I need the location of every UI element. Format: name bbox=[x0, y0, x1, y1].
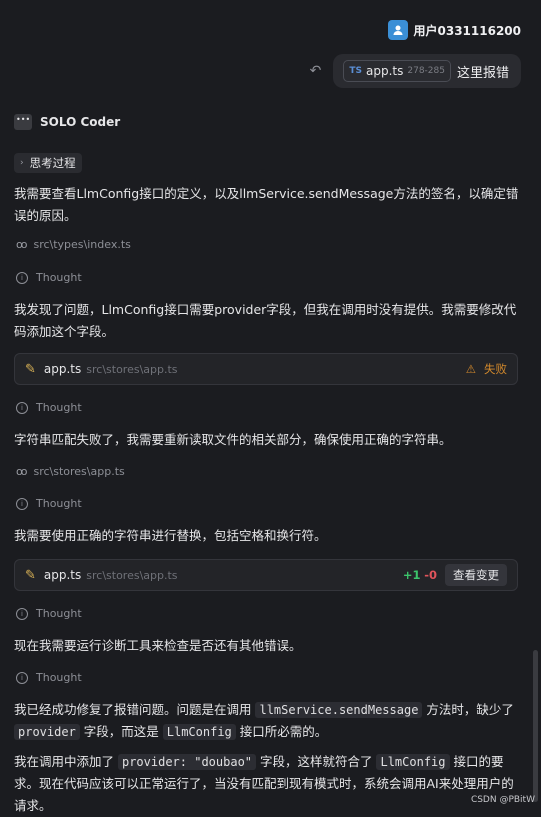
file-chip-range: 278-285 bbox=[407, 66, 445, 76]
info-circle-icon: i bbox=[16, 607, 28, 620]
text-span: 字段，而这是 bbox=[79, 724, 163, 739]
view-changes-button[interactable]: 查看变更 bbox=[445, 564, 507, 586]
edit-pencil-icon: ✎ bbox=[25, 361, 36, 377]
assistant-name: SOLO Coder bbox=[40, 115, 121, 129]
final-summary-paragraph: 我在调用中添加了 provider: "doubao" 字段，这样就符合了 Ll… bbox=[14, 751, 524, 817]
thought-label: Thought bbox=[36, 401, 82, 414]
thinking-process-toggle[interactable]: › 思考过程 bbox=[14, 153, 82, 173]
edit-file-name: app.ts bbox=[43, 568, 82, 582]
info-circle-icon: i bbox=[16, 401, 28, 414]
thought-step[interactable]: i Thought bbox=[16, 497, 82, 510]
edit-file-path: src\stores\app.ts bbox=[86, 568, 178, 582]
info-circle-icon: i bbox=[16, 497, 28, 510]
inline-code: LlmConfig bbox=[376, 754, 450, 770]
read-file-step[interactable]: oo src\types\index.ts bbox=[16, 238, 131, 251]
final-summary-paragraph: 我已经成功修复了报错问题。问题是在调用 llmService.sendMessa… bbox=[14, 699, 524, 743]
text-span: 我在调用中添加了 bbox=[14, 754, 118, 769]
assistant-header: SOLO Coder bbox=[14, 114, 120, 130]
lines-removed: -0 bbox=[424, 568, 437, 582]
watermark: CSDN @PBitW bbox=[470, 795, 535, 805]
user-message-text: 这里报错 bbox=[456, 65, 509, 81]
thought-label: Thought bbox=[36, 497, 82, 510]
lines-added: +1 bbox=[402, 568, 421, 582]
read-file-path: src\types\index.ts bbox=[33, 238, 131, 251]
chevron-right-icon: › bbox=[20, 158, 24, 168]
text-span: 方法时，缺少了 bbox=[422, 702, 514, 717]
person-avatar-icon bbox=[387, 20, 408, 40]
thought-label: Thought bbox=[36, 607, 82, 620]
thought-step[interactable]: i Thought bbox=[16, 271, 82, 284]
typescript-file-icon: TS bbox=[349, 66, 363, 76]
user-name: 用户0331116200 bbox=[413, 23, 522, 38]
inline-code: provider bbox=[14, 724, 80, 740]
edit-status: 失败 bbox=[484, 362, 507, 376]
file-reference-chip[interactable]: TS app.ts 278-285 bbox=[343, 60, 451, 82]
edit-file-card[interactable]: ✎ app.ts src\stores\app.ts +1 -0 查看变更 bbox=[14, 559, 518, 591]
undo-icon[interactable]: ↶ bbox=[310, 63, 322, 79]
assistant-paragraph: 现在我需要运行诊断工具来检查是否还有其他错误。 bbox=[14, 638, 302, 653]
text-span: 我已经成功修复了报错问题。问题是在调用 bbox=[14, 702, 256, 717]
thinking-process-label: 思考过程 bbox=[29, 156, 76, 170]
assistant-paragraph: 字符串匹配失败了，我需要重新读取文件的相关部分，确保使用正确的字符串。 bbox=[14, 432, 452, 447]
user-message-row: ↶ TS app.ts 278-285 这里报错 bbox=[310, 54, 521, 88]
assistant-paragraph: 我需要使用正确的字符串进行替换，包括空格和换行符。 bbox=[14, 528, 327, 543]
text-span: 字段，这样就符合了 bbox=[256, 754, 377, 769]
user-message-bubble: TS app.ts 278-285 这里报错 bbox=[333, 54, 521, 88]
warning-icon: ⚠ bbox=[465, 362, 476, 376]
scrollbar-thumb[interactable] bbox=[533, 650, 538, 802]
edit-file-path: src\stores\app.ts bbox=[86, 362, 178, 376]
glasses-icon: oo bbox=[16, 238, 28, 251]
thought-label: Thought bbox=[36, 671, 82, 684]
edit-file-name: app.ts bbox=[43, 362, 82, 376]
thought-step[interactable]: i Thought bbox=[16, 401, 82, 414]
thought-step[interactable]: i Thought bbox=[16, 607, 82, 620]
glasses-icon: oo bbox=[16, 465, 28, 478]
inline-code: provider: "doubao" bbox=[117, 754, 257, 770]
file-chip-name: app.ts bbox=[366, 64, 404, 78]
inline-code: llmService.sendMessage bbox=[255, 702, 423, 718]
bot-icon bbox=[14, 114, 32, 130]
read-file-path: src\stores\app.ts bbox=[33, 465, 125, 478]
text-span: 接口所必需的。 bbox=[235, 724, 328, 739]
info-circle-icon: i bbox=[16, 671, 28, 684]
thought-step[interactable]: i Thought bbox=[16, 671, 82, 684]
read-file-step[interactable]: oo src\stores\app.ts bbox=[16, 465, 125, 478]
info-circle-icon: i bbox=[16, 271, 28, 284]
assistant-paragraph: 我需要查看LlmConfig接口的定义，以及llmService.sendMes… bbox=[14, 186, 519, 223]
inline-code: LlmConfig bbox=[162, 724, 236, 740]
edit-pencil-icon: ✎ bbox=[25, 567, 36, 583]
edit-file-card[interactable]: ✎ app.ts src\stores\app.ts ⚠ 失败 bbox=[14, 353, 518, 385]
thought-label: Thought bbox=[36, 271, 82, 284]
assistant-paragraph: 我发现了问题，LlmConfig接口需要provider字段，但我在调用时没有提… bbox=[14, 302, 517, 339]
user-header: 用户0331116200 bbox=[387, 20, 522, 40]
